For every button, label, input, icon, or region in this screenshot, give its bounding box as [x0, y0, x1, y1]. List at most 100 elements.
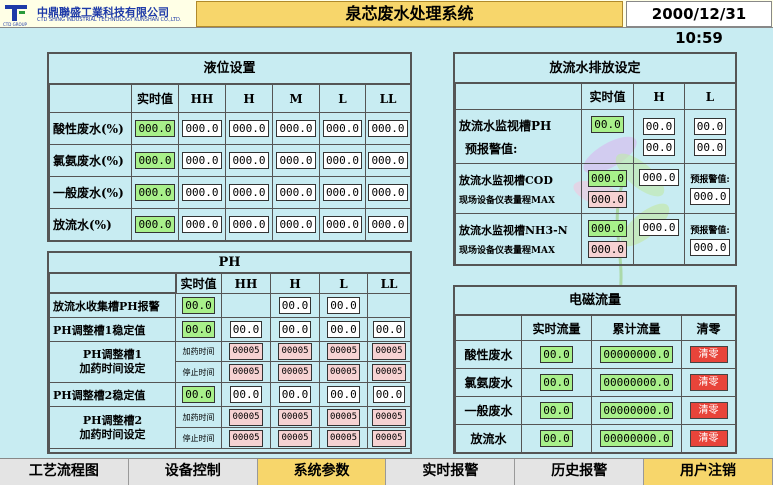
ph-stop-time-label: 停止时间 — [176, 428, 222, 449]
level-row-label: 酸性废水(%) — [50, 113, 132, 145]
ph-timer-input[interactable]: 00005 — [278, 343, 312, 360]
ph-tank1-l-input[interactable]: 00.0 — [327, 321, 360, 338]
ph-col-h: H — [271, 274, 320, 294]
level-setpoint-input[interactable]: 000.0 — [368, 216, 408, 233]
ph-tank1-ll-input[interactable]: 00.0 — [372, 321, 406, 338]
ph-timer-input[interactable]: 00005 — [326, 363, 361, 381]
level-col-l: L — [320, 85, 366, 113]
datetime-display: 2000/12/31 10:59 — [626, 1, 772, 47]
ph-timer-input[interactable]: 00005 — [229, 363, 263, 381]
ph-alarm-l-input[interactable]: 00.0 — [327, 297, 360, 314]
nav-history-alarm[interactable]: 历史报警 — [515, 459, 645, 485]
level-value: 000.0 — [135, 152, 175, 169]
level-setpoint-input[interactable]: 000.0 — [276, 216, 316, 233]
level-setpoint-input[interactable]: 000.0 — [368, 120, 408, 137]
level-setpoint-input[interactable]: 000.0 — [276, 152, 316, 169]
system-title: 泉芯废水处理系统 — [196, 1, 623, 27]
ph-stop-time-label: 停止时间 — [176, 362, 222, 383]
ph-timer-input[interactable]: 00005 — [326, 343, 361, 360]
level-setpoint-input[interactable]: 000.0 — [182, 152, 222, 169]
ph-tank2-l-input[interactable]: 00.0 — [327, 386, 360, 403]
nav-process-flow[interactable]: 工艺流程图 — [0, 459, 129, 485]
level-setpoint-input[interactable]: 000.0 — [322, 152, 363, 169]
level-setpoint-input[interactable]: 000.0 — [368, 152, 408, 169]
flow-row-label: 一般废水 — [456, 397, 522, 425]
discharge-cod-label: 放流水监视槽COD — [459, 173, 553, 187]
nav-device-control[interactable]: 设备控制 — [128, 459, 258, 485]
ph-table-body: 实时值 HH H L LL 放流水收集槽PH报警 00.0 00.0 00.0 … — [49, 273, 411, 452]
flow-reset-button[interactable]: 清零 — [689, 430, 728, 447]
discharge-cod-warn-input[interactable]: 000.0 — [690, 188, 730, 205]
level-row-label: 一般废水(%) — [50, 177, 132, 209]
discharge-cod-h-input[interactable]: 000.0 — [639, 169, 679, 186]
discharge-cod-realtime: 000.0 — [587, 169, 628, 187]
ph-timer-input[interactable]: 00005 — [229, 429, 263, 447]
level-setpoint-input[interactable]: 000.0 — [368, 184, 408, 201]
flow-total: 00000000.0 — [600, 374, 673, 391]
discharge-ph-l-input[interactable]: 00.0 — [693, 117, 727, 135]
ph-timer-input[interactable]: 00005 — [278, 363, 312, 381]
discharge-nh3-max-input[interactable]: 000.0 — [587, 241, 628, 258]
ph-tank1-hh-input[interactable]: 00.0 — [229, 321, 263, 338]
ph-tank2-h-input[interactable]: 00.0 — [278, 386, 312, 403]
discharge-table: 实时值 H L 放流水监视槽PH 预报警值: 00.0 00.0 00.0 00… — [455, 83, 736, 265]
discharge-nh3-h-input[interactable]: 000.0 — [639, 219, 679, 236]
discharge-ph-h-warn-input[interactable]: 00.0 — [642, 138, 676, 156]
level-setpoint-input[interactable]: 000.0 — [182, 216, 222, 233]
nav-realtime-alarm[interactable]: 实时报警 — [386, 459, 516, 485]
ph-add-time-label: 加药时间 — [176, 407, 222, 428]
ph-timer-input[interactable]: 00005 — [326, 429, 361, 447]
discharge-nh3-realtime: 000.0 — [587, 220, 628, 237]
ph-add-time-label: 加药时间 — [176, 342, 222, 362]
flow-reset-button[interactable]: 清零 — [689, 346, 728, 363]
level-setpoint-input[interactable]: 000.0 — [229, 120, 269, 137]
level-col-ll: LL — [366, 85, 411, 113]
logo-mark-icon — [5, 5, 27, 21]
flow-panel: 电磁流量 实时流量 累计流量 清零 酸性废水 00.0 00000000.0 清… — [453, 285, 737, 454]
ph-timer-input[interactable]: 00005 — [372, 363, 406, 381]
flow-realtime: 00.0 — [540, 402, 573, 419]
flow-realtime: 00.0 — [540, 430, 573, 447]
ph-timer-input[interactable]: 00005 — [372, 429, 406, 447]
discharge-ph-realtime: 00.0 — [591, 116, 624, 133]
ph-alarm-label: 放流水收集槽PH报警 — [50, 294, 176, 318]
discharge-nh3-warn-input[interactable]: 000.0 — [690, 238, 730, 256]
ph-tank1-label: PH调整槽1稳定值 — [50, 318, 176, 342]
level-setpoint-input[interactable]: 000.0 — [322, 184, 363, 201]
ph-tank2-ll-input[interactable]: 00.0 — [372, 386, 406, 403]
level-setpoint-input[interactable]: 000.0 — [229, 152, 269, 169]
ph-tank1-h-input[interactable]: 00.0 — [278, 321, 312, 338]
ph-timer-input[interactable]: 00005 — [372, 408, 406, 426]
level-setpoint-input[interactable]: 000.0 — [276, 184, 316, 201]
level-setpoint-input[interactable]: 000.0 — [276, 120, 316, 137]
ph-timer-input[interactable]: 00005 — [326, 408, 361, 426]
level-value: 000.0 — [135, 216, 175, 233]
flow-reset-button[interactable]: 清零 — [689, 402, 728, 419]
ph-timer-input[interactable]: 00005 — [278, 408, 312, 426]
level-setpoint-input[interactable]: 000.0 — [182, 120, 222, 137]
discharge-ph-l-warn-input[interactable]: 00.0 — [693, 138, 727, 156]
ph-alarm-h-input[interactable]: 00.0 — [278, 297, 312, 314]
ph-col-ll: LL — [368, 274, 411, 294]
discharge-col-realtime: 实时值 — [582, 84, 634, 110]
level-setpoint-input[interactable]: 000.0 — [182, 184, 222, 201]
discharge-cod-max-input[interactable]: 000.0 — [587, 190, 628, 208]
ph-timer-input[interactable]: 00005 — [229, 343, 263, 360]
ph-tank2-hh-input[interactable]: 00.0 — [229, 386, 263, 403]
ph-col-hh: HH — [222, 274, 271, 294]
level-setpoint-input[interactable]: 000.0 — [322, 216, 363, 233]
ph-timer-input[interactable]: 00005 — [229, 408, 263, 426]
discharge-nh3-label: 放流水监视槽NH3-N — [459, 224, 568, 237]
flow-reset-button[interactable]: 清零 — [689, 374, 728, 391]
ph-timer-input[interactable]: 00005 — [372, 343, 406, 360]
flow-col-realtime: 实时流量 — [522, 316, 592, 341]
level-setpoint-input[interactable]: 000.0 — [322, 120, 363, 137]
ph-timer-input[interactable]: 00005 — [278, 429, 312, 447]
level-setpoint-input[interactable]: 000.0 — [229, 184, 269, 201]
nav-user-logout[interactable]: 用户注销 — [644, 459, 773, 485]
discharge-ph-warn-label: 预报警值: — [465, 141, 518, 156]
discharge-title: 放流水排放设定 — [455, 54, 735, 83]
nav-system-params[interactable]: 系统参数 — [257, 459, 387, 485]
level-setpoint-input[interactable]: 000.0 — [229, 216, 269, 233]
discharge-ph-h-input[interactable]: 00.0 — [642, 117, 676, 135]
